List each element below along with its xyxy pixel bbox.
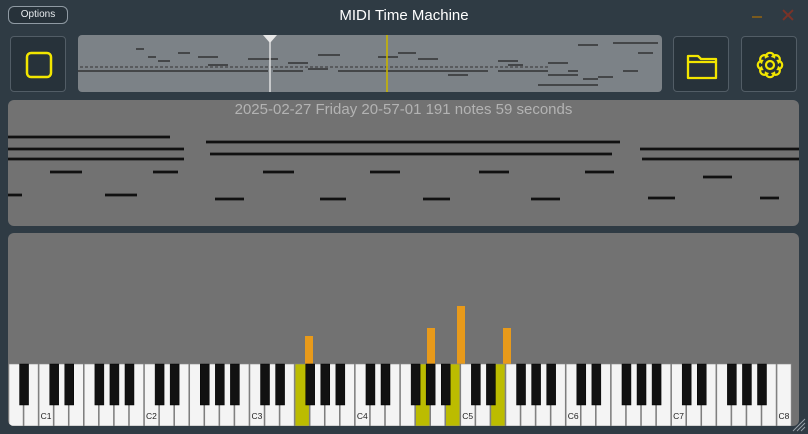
- black-key[interactable]: [681, 363, 692, 406]
- black-key[interactable]: [621, 363, 632, 406]
- octave-label: C5: [462, 411, 473, 421]
- black-key[interactable]: [591, 363, 602, 406]
- black-key[interactable]: [320, 363, 331, 406]
- gear-body: [762, 57, 778, 73]
- octave-label: C3: [251, 411, 262, 421]
- velocity-bar: [305, 336, 313, 364]
- window-title: MIDI Time Machine: [339, 7, 469, 24]
- playhead-handle-icon[interactable]: [263, 35, 277, 43]
- octave-label: C6: [568, 411, 579, 421]
- black-key[interactable]: [365, 363, 376, 406]
- close-icon[interactable]: [782, 9, 794, 21]
- toolbar: [0, 32, 808, 96]
- octave-label: C7: [673, 411, 684, 421]
- black-key[interactable]: [440, 363, 451, 406]
- black-key[interactable]: [230, 363, 240, 406]
- open-folder-button[interactable]: [673, 36, 729, 92]
- black-key[interactable]: [335, 363, 346, 406]
- octave-label: C4: [357, 411, 368, 421]
- black-key[interactable]: [576, 363, 587, 406]
- octave-label: C1: [41, 411, 52, 421]
- black-key[interactable]: [109, 363, 120, 406]
- black-key[interactable]: [260, 363, 270, 406]
- black-key[interactable]: [380, 363, 391, 406]
- black-key[interactable]: [19, 363, 29, 406]
- black-key[interactable]: [94, 363, 105, 406]
- black-key[interactable]: [531, 363, 541, 406]
- black-key[interactable]: [410, 363, 421, 406]
- black-key[interactable]: [486, 363, 496, 406]
- black-key[interactable]: [516, 363, 526, 406]
- black-key[interactable]: [757, 363, 767, 406]
- stop-square-icon: [25, 51, 53, 79]
- settings-button[interactable]: [741, 36, 797, 92]
- velocity-bar: [427, 328, 435, 364]
- black-key[interactable]: [64, 363, 74, 406]
- folder-icon: [686, 54, 718, 80]
- title-bar: Options MIDI Time Machine: [0, 0, 808, 32]
- gear-icon: [756, 51, 784, 79]
- black-key[interactable]: [124, 363, 135, 406]
- black-key[interactable]: [651, 363, 662, 406]
- piano-roll[interactable]: 2025-02-27 Friday 20-57-01 191 notes 59 …: [8, 100, 799, 226]
- black-key[interactable]: [154, 363, 165, 406]
- record-stop-button[interactable]: [10, 36, 66, 92]
- black-key[interactable]: [471, 363, 481, 406]
- black-key[interactable]: [200, 363, 210, 406]
- recording-caption: 2025-02-27 Friday 20-57-01 191 notes 59 …: [234, 101, 573, 118]
- black-key[interactable]: [636, 363, 647, 406]
- timeline-overview-notes: [78, 35, 658, 92]
- keyboard-panel: C1 C2 C3 C4 C5 C6 C7 C8: [8, 233, 799, 426]
- black-key[interactable]: [275, 363, 285, 406]
- black-key[interactable]: [546, 363, 556, 406]
- black-key[interactable]: [742, 363, 752, 406]
- black-key[interactable]: [215, 363, 225, 406]
- octave-label: C2: [146, 411, 157, 421]
- black-key[interactable]: [727, 363, 737, 406]
- piano-roll-notes: [8, 135, 799, 201]
- timeline-overview[interactable]: [78, 35, 662, 92]
- black-key[interactable]: [169, 363, 180, 406]
- black-key[interactable]: [305, 363, 315, 406]
- black-key[interactable]: [697, 363, 707, 406]
- resize-grip-icon[interactable]: [788, 414, 806, 432]
- minimize-icon[interactable]: [752, 16, 762, 18]
- velocity-bar: [457, 306, 465, 364]
- piano-keyboard[interactable]: C1 C2 C3 C4 C5 C6 C7 C8: [8, 233, 799, 426]
- black-key[interactable]: [49, 363, 59, 406]
- velocity-bar: [503, 328, 511, 364]
- black-key[interactable]: [425, 363, 436, 406]
